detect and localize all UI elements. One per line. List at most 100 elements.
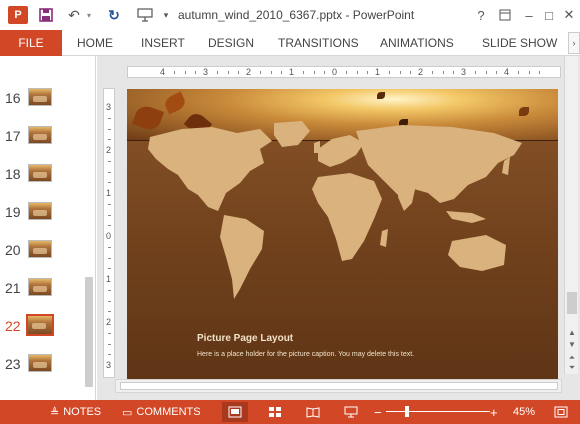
normal-view-icon[interactable] bbox=[222, 402, 248, 422]
thumbnails-scrollbar[interactable] bbox=[85, 62, 93, 392]
ruler-label: 0 bbox=[106, 231, 112, 241]
ruler-tick bbox=[324, 71, 326, 74]
slide-sorter-icon[interactable] bbox=[262, 402, 288, 422]
ruler-tick bbox=[399, 71, 401, 74]
zoom-in-button[interactable]: + bbox=[490, 400, 498, 424]
slide-canvas[interactable]: Picture Page Layout Here is a place hold… bbox=[127, 89, 558, 379]
notes-icon: ≜ bbox=[50, 406, 60, 419]
ruler-tick bbox=[216, 71, 218, 74]
ruler-tick bbox=[270, 71, 272, 74]
tab-slide-show[interactable]: SLIDE SHOW bbox=[482, 30, 557, 56]
ruler-tick bbox=[108, 214, 111, 216]
ruler-tick bbox=[410, 71, 412, 74]
slide-thumbnail-selected[interactable]: 22 bbox=[0, 314, 90, 352]
ruler-tick bbox=[259, 71, 261, 74]
zoom-slider-thumb[interactable] bbox=[404, 406, 409, 417]
falling-leaf-icon bbox=[377, 92, 385, 99]
ruler-tick bbox=[108, 128, 111, 130]
slide-thumbnail-image[interactable] bbox=[28, 354, 52, 372]
next-slide-icon[interactable]: ⏷ bbox=[565, 362, 579, 374]
world-map-image bbox=[148, 121, 522, 299]
undo-icon[interactable]: ↶ bbox=[64, 5, 84, 25]
ruler-tick bbox=[108, 182, 111, 184]
slide-thumbnail-image[interactable] bbox=[28, 164, 52, 182]
ruler-tick bbox=[108, 160, 111, 162]
tab-transitions[interactable]: TRANSITIONS bbox=[278, 30, 359, 56]
ruler-tick bbox=[108, 354, 111, 356]
slide-thumbnail-image[interactable] bbox=[28, 240, 52, 258]
zoom-level[interactable]: 45% bbox=[513, 400, 535, 424]
slide-thumbnail[interactable]: 15 bbox=[0, 56, 90, 74]
slide-thumbnail-image[interactable] bbox=[26, 314, 54, 336]
ruler-tick bbox=[108, 311, 111, 313]
slide-thumbnail[interactable]: 20 bbox=[0, 238, 90, 276]
comments-icon: ▭ bbox=[122, 406, 133, 419]
tab-animations[interactable]: ANIMATIONS bbox=[380, 30, 454, 56]
zoom-slider[interactable] bbox=[386, 411, 490, 412]
ruler-tick bbox=[227, 71, 229, 74]
comments-button[interactable]: ▭ COMMENTS bbox=[122, 400, 201, 424]
slide-thumbnail[interactable]: 18 bbox=[0, 162, 90, 200]
slide-vertical-scrollbar[interactable]: ▲ ▼ ⏶ ⏷ bbox=[564, 56, 578, 374]
powerpoint-app-icon[interactable]: P bbox=[8, 6, 28, 24]
slide-thumbnail[interactable]: 17 bbox=[0, 124, 90, 162]
tab-file[interactable]: FILE bbox=[0, 30, 62, 56]
close-icon[interactable]: ✕ bbox=[558, 4, 580, 26]
horizontal-scroll-thumb[interactable] bbox=[120, 382, 558, 390]
ruler-tick bbox=[313, 71, 315, 74]
slide-thumbnail[interactable]: 16 bbox=[0, 86, 90, 124]
tab-home[interactable]: HOME bbox=[77, 30, 113, 56]
scroll-down-icon[interactable]: ▼ bbox=[565, 338, 579, 350]
tab-design[interactable]: DESIGN bbox=[208, 30, 254, 56]
ruler-tick bbox=[108, 203, 111, 205]
slide-thumbnail-image[interactable] bbox=[28, 126, 52, 144]
ruler-tick bbox=[108, 117, 111, 119]
ribbon-display-icon[interactable] bbox=[494, 4, 516, 26]
undo-dropdown-icon[interactable]: ▾ bbox=[84, 5, 94, 25]
maximize-icon[interactable]: □ bbox=[538, 4, 560, 26]
ruler-label: 1 bbox=[106, 188, 112, 198]
ruler-tick bbox=[517, 71, 519, 74]
falling-leaf-icon bbox=[519, 107, 529, 116]
slide-horizontal-scrollbar[interactable] bbox=[115, 379, 562, 393]
ruler-tick bbox=[108, 289, 111, 291]
vertical-ruler: 3 2 1 0 1 2 3 bbox=[103, 88, 115, 378]
present-icon[interactable] bbox=[134, 5, 156, 25]
ruler-tick bbox=[184, 71, 186, 74]
slide-thumbnail-image[interactable] bbox=[28, 278, 52, 296]
slide-thumbnails-pane: 15 16 17 18 19 20 21 22 23 bbox=[0, 56, 96, 400]
slide-number: 19 bbox=[5, 204, 21, 220]
caption-title[interactable]: Picture Page Layout bbox=[197, 333, 293, 344]
redo-icon[interactable]: ↻ bbox=[104, 5, 124, 25]
notes-button[interactable]: ≜ NOTES bbox=[50, 400, 101, 424]
customize-quick-access-icon[interactable]: ▾ bbox=[160, 5, 172, 25]
slide-thumbnail[interactable]: 23 bbox=[0, 352, 90, 390]
thumbnails-scroll-thumb[interactable] bbox=[85, 277, 93, 387]
maple-leaf-icon bbox=[162, 91, 188, 115]
save-icon[interactable] bbox=[36, 5, 56, 25]
zoom-out-button[interactable]: − bbox=[374, 400, 382, 424]
ruler-tick bbox=[539, 71, 541, 74]
caption-text[interactable]: Here is a place holder for the picture c… bbox=[197, 351, 414, 358]
slide-number: 16 bbox=[5, 90, 21, 106]
slide-show-icon[interactable] bbox=[338, 402, 364, 422]
ruler-label: 4 bbox=[160, 67, 166, 77]
minimize-icon[interactable]: – bbox=[518, 4, 540, 26]
slide-thumbnail[interactable]: 21 bbox=[0, 276, 90, 314]
ruler-label: 2 bbox=[418, 67, 424, 77]
ruler-label: 2 bbox=[106, 145, 112, 155]
vertical-scroll-thumb[interactable] bbox=[567, 292, 577, 314]
ribbon-scroll-right-icon[interactable]: › bbox=[568, 32, 580, 54]
ruler-tick bbox=[431, 71, 433, 74]
scroll-up-icon[interactable]: ▲ bbox=[565, 326, 579, 338]
slide-thumbnail[interactable]: 19 bbox=[0, 200, 90, 238]
slide-thumbnail-image[interactable] bbox=[28, 202, 52, 220]
reading-view-icon[interactable] bbox=[300, 402, 326, 422]
slide-editing-area: 432101234 3210123 Picture Page Layout He… bbox=[97, 56, 580, 400]
ruler-tick bbox=[108, 343, 111, 345]
help-icon[interactable]: ? bbox=[470, 4, 492, 26]
fit-slide-icon[interactable] bbox=[548, 402, 574, 422]
slide-thumbnail-image[interactable] bbox=[28, 88, 52, 106]
tab-insert[interactable]: INSERT bbox=[141, 30, 185, 56]
slide-number: 22 bbox=[5, 318, 21, 334]
